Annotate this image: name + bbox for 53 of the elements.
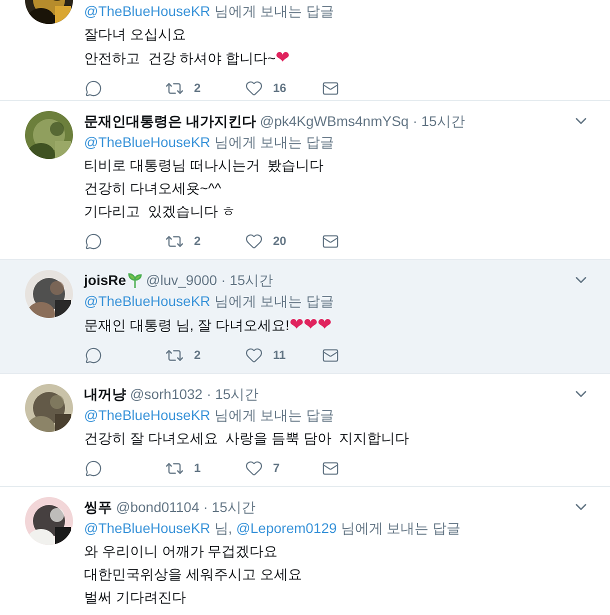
reply-icon[interactable] — [85, 80, 102, 96]
user-handle[interactable]: @sorh1032 — [130, 384, 203, 404]
mail-icon[interactable] — [322, 460, 339, 476]
user-name[interactable]: joisRe — [84, 270, 126, 290]
mention-link[interactable]: @TheBlueHouseKR — [84, 3, 210, 19]
mail-icon[interactable] — [322, 232, 339, 250]
mention-link[interactable]: @TheBlueHouseKR — [84, 293, 210, 309]
like-count: 11 — [273, 347, 286, 364]
reply-to-line: @TheBlueHouseKR 님에게 보내는 답글 — [84, 133, 336, 152]
like-count: 16 — [273, 80, 286, 97]
reply-text: 와 우리이니 어깨가 무겁겠다요 — [84, 542, 279, 561]
like-icon[interactable] — [245, 346, 263, 364]
reply-text: 안전하고 건강 하셔야 합니다~❤ — [84, 47, 291, 69]
reply-text: 티비로 대통령님 떠나시는거 봤습니다 — [84, 156, 325, 175]
reply-text: 벌써 기다려진다 — [84, 588, 187, 607]
reply-text: 건강히 다녀오세욧~^^ — [84, 179, 222, 198]
timestamp[interactable]: · 15시간 — [221, 270, 274, 290]
reply-icon[interactable] — [85, 460, 102, 476]
like-count: 20 — [273, 233, 286, 250]
reply-text: 대한민국위상을 세워주시고 오세요 — [84, 565, 303, 584]
user-name[interactable]: 내꺼냥 — [84, 384, 126, 404]
like-icon[interactable] — [245, 79, 263, 97]
timestamp[interactable]: · 15시간 — [203, 496, 256, 518]
reply-text: 잘다녀 오십시요 — [84, 25, 187, 44]
mention-link[interactable]: @TheBlueHouseKR — [84, 134, 210, 150]
like-icon[interactable] — [245, 459, 263, 477]
reply-icon[interactable] — [85, 232, 102, 250]
reply-text: 건강히 잘 다녀오세요 사랑을 듬뿍 담아 지지합니다 — [84, 429, 410, 448]
retweet-count: 2 — [194, 233, 201, 250]
mention-link[interactable]: @TheBlueHouseKR — [84, 407, 210, 423]
reply-to-line: @TheBlueHouseKR 님에게 보내는 답글 — [84, 2, 336, 21]
user-handle[interactable]: @luv_9000 — [146, 270, 218, 290]
mail-icon[interactable] — [322, 346, 339, 364]
like-count: 7 — [273, 460, 280, 477]
user-name[interactable]: 문재인대통령은 내가지킨다 — [84, 110, 256, 132]
timestamp[interactable]: · 15시간 — [412, 110, 465, 132]
timestamp[interactable]: · 15시간 — [206, 384, 259, 404]
reply-icon[interactable] — [85, 346, 102, 364]
reply-to-line: @TheBlueHouseKR 님에게 보내는 답글 — [84, 406, 336, 425]
mention-link[interactable]: @TheBlueHouseKR — [84, 520, 210, 536]
reply-to-line: @TheBlueHouseKR 님, @Leporem0129 님에게 보내는 답글 — [84, 519, 462, 538]
retweet-count: 1 — [194, 460, 201, 477]
reply-text: 기다리고 있겠습니다 ㅎ — [84, 202, 237, 221]
retweet-count: 2 — [194, 347, 201, 364]
user-name[interactable]: 씽푸 — [84, 496, 112, 518]
mention-link[interactable]: @Leporem0129 — [236, 520, 337, 536]
reply-to-line: @TheBlueHouseKR 님에게 보내는 답글 — [84, 292, 336, 311]
retweet-count: 2 — [194, 80, 201, 97]
like-icon[interactable] — [245, 232, 263, 250]
user-handle[interactable]: @pk4KgWBms4nmYSq — [260, 110, 409, 132]
reply-text: 문재인 대통령 님, 잘 다녀오세요!❤❤❤ — [84, 314, 332, 336]
mail-icon[interactable] — [322, 80, 339, 96]
user-handle[interactable]: @bond01104 — [116, 496, 200, 518]
